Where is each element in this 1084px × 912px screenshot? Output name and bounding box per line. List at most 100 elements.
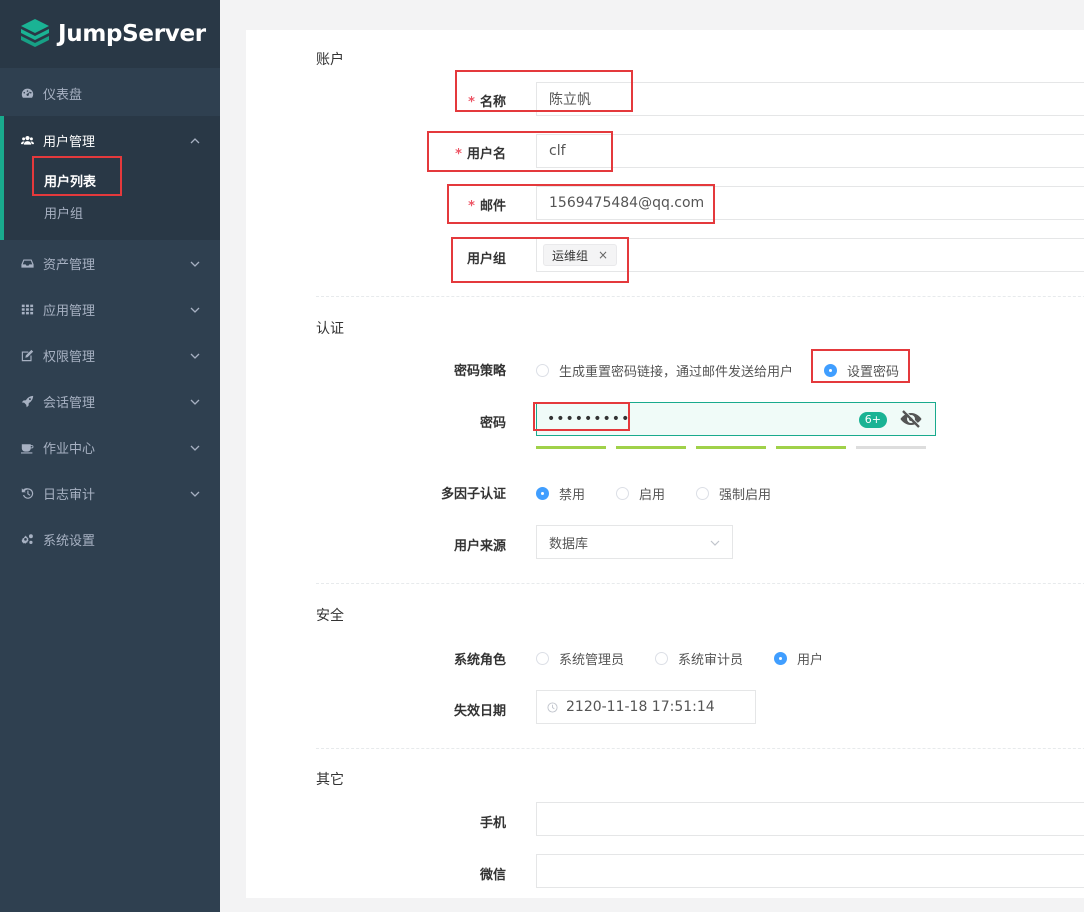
chevron-down-icon	[190, 258, 200, 268]
eye-slash-icon[interactable]	[899, 409, 923, 429]
required-mark: *	[468, 199, 475, 214]
section-divider	[316, 748, 1084, 749]
sidebar-item-applications[interactable]: 应用管理	[0, 286, 220, 332]
sidebar-item-label: 会话管理	[43, 395, 96, 411]
sidebar: JumpServer 仪表盘 用户管理 用户列表 用户组 资产管理 应用管理 权…	[0, 0, 220, 912]
radio-dot	[774, 652, 787, 665]
required-mark: *	[455, 147, 462, 162]
sidebar-item-label: 应用管理	[43, 303, 96, 319]
history-icon	[20, 486, 34, 500]
wechat-input[interactable]	[536, 854, 1084, 888]
sidebar-item-users[interactable]: 用户管理	[4, 116, 220, 164]
sidebar-item-permissions[interactable]: 权限管理	[0, 332, 220, 378]
radio-dot	[536, 652, 549, 665]
logo-bar[interactable]: JumpServer	[0, 0, 220, 68]
sidebar-group-users: 用户管理 用户列表 用户组	[0, 116, 220, 240]
sidebar-item-assets[interactable]: 资产管理	[0, 240, 220, 286]
chevron-down-icon	[710, 540, 720, 546]
sidebar-item-label: 作业中心	[43, 441, 96, 457]
password-input[interactable]: ••••••••• 6+	[536, 402, 936, 436]
password-strength-segment	[856, 446, 926, 449]
username-input[interactable]: clf	[536, 134, 1084, 168]
label-password-policy: 密码策略	[453, 364, 506, 379]
sidebar-item-audit[interactable]: 日志审计	[0, 470, 220, 516]
grid-icon	[20, 302, 34, 316]
chevron-down-icon	[190, 396, 200, 406]
clock-icon	[547, 701, 558, 713]
radio-dot	[536, 364, 549, 377]
brand-name: JumpServer	[58, 21, 206, 47]
sidebar-item-sessions[interactable]: 会话管理	[0, 378, 220, 424]
radio-role-admin[interactable]: 系统管理员	[536, 649, 624, 668]
edit-icon	[20, 348, 34, 362]
password-length-badge: 6+	[858, 412, 887, 428]
sidebar-item-label: 仪表盘	[43, 87, 83, 103]
label-expire-date: 失效日期	[453, 704, 506, 719]
label-mfa: 多因子认证	[440, 487, 506, 502]
section-divider	[316, 583, 1084, 584]
expire-date-picker[interactable]: 2120-11-18 17:51:14	[536, 690, 756, 724]
close-icon[interactable]: ×	[598, 248, 608, 262]
label-user-groups: 用户组	[466, 252, 506, 267]
radio-mfa-disabled[interactable]: 禁用	[536, 484, 585, 503]
user-groups-select[interactable]: 运维组 ×	[536, 238, 1084, 272]
email-input[interactable]: 1569475484@qq.com	[536, 186, 1084, 220]
password-strength-segment	[776, 446, 846, 449]
section-title-auth: 认证	[316, 321, 344, 337]
label-name: * 名称	[468, 95, 506, 110]
sidebar-subitem-user-list[interactable]: 用户列表	[4, 164, 220, 196]
sidebar-item-label: 权限管理	[43, 349, 96, 365]
radio-dot	[824, 364, 837, 377]
label-system-role: 系统角色	[453, 653, 506, 668]
radio-dot	[616, 487, 629, 500]
sidebar-item-label: 资产管理	[43, 257, 96, 273]
chevron-down-icon	[190, 488, 200, 498]
sidebar-item-label: 用户管理	[43, 134, 96, 150]
radio-mfa-forced[interactable]: 强制启用	[696, 484, 771, 503]
label-email: * 邮件	[468, 199, 506, 214]
jumpserver-logo-icon	[21, 19, 49, 47]
sidebar-item-label: 系统设置	[43, 533, 96, 549]
main-content: 账户 * 名称 陈立帆 * 用户名 clf * 邮件 1569475484@qq.co…	[220, 0, 1084, 912]
label-user-source: 用户来源	[453, 539, 506, 554]
name-input[interactable]: 陈立帆	[536, 82, 1084, 116]
inbox-icon	[20, 256, 34, 270]
section-divider	[316, 296, 1084, 297]
chevron-down-icon	[190, 350, 200, 360]
dashboard-icon	[20, 86, 34, 100]
user-source-select[interactable]: 数据库	[536, 525, 733, 559]
label-password: 密码	[479, 416, 506, 431]
section-title-other: 其它	[316, 772, 344, 788]
radio-dot	[655, 652, 668, 665]
sidebar-item-jobs[interactable]: 作业中心	[0, 424, 220, 470]
label-username: * 用户名	[455, 147, 506, 162]
phone-input[interactable]	[536, 802, 1084, 836]
password-strength-segment	[616, 446, 686, 449]
rocket-icon	[20, 394, 34, 408]
radio-mfa-enabled[interactable]: 启用	[616, 484, 665, 503]
section-title-account: 账户	[316, 52, 344, 68]
group-tag: 运维组 ×	[543, 244, 618, 266]
sidebar-item-dashboard[interactable]: 仪表盘	[0, 70, 220, 116]
chevron-down-icon	[190, 304, 200, 314]
label-phone: 手机	[479, 816, 506, 831]
label-wechat: 微信	[479, 868, 506, 883]
required-mark: *	[468, 95, 475, 110]
sidebar-item-label: 日志审计	[43, 487, 96, 503]
password-strength-segment	[696, 446, 766, 449]
user-create-form: 账户 * 名称 陈立帆 * 用户名 clf * 邮件 1569475484@qq.co…	[246, 30, 1084, 898]
chevron-up-icon	[190, 135, 200, 145]
sidebar-item-settings[interactable]: 系统设置	[0, 516, 220, 562]
radio-policy-set-password[interactable]: 设置密码	[824, 361, 899, 380]
users-icon	[20, 133, 34, 147]
radio-role-auditor[interactable]: 系统审计员	[655, 649, 743, 668]
radio-policy-email-link[interactable]: 生成重置密码链接，通过邮件发送给用户	[536, 361, 793, 380]
sidebar-subitem-user-groups[interactable]: 用户组	[4, 196, 220, 228]
chevron-down-icon	[190, 442, 200, 452]
radio-role-user[interactable]: 用户	[774, 649, 823, 668]
coffee-icon	[20, 440, 34, 454]
section-title-security: 安全	[316, 608, 344, 624]
password-strength-segment	[536, 446, 606, 449]
radio-dot	[536, 487, 549, 500]
gears-icon	[20, 532, 34, 546]
